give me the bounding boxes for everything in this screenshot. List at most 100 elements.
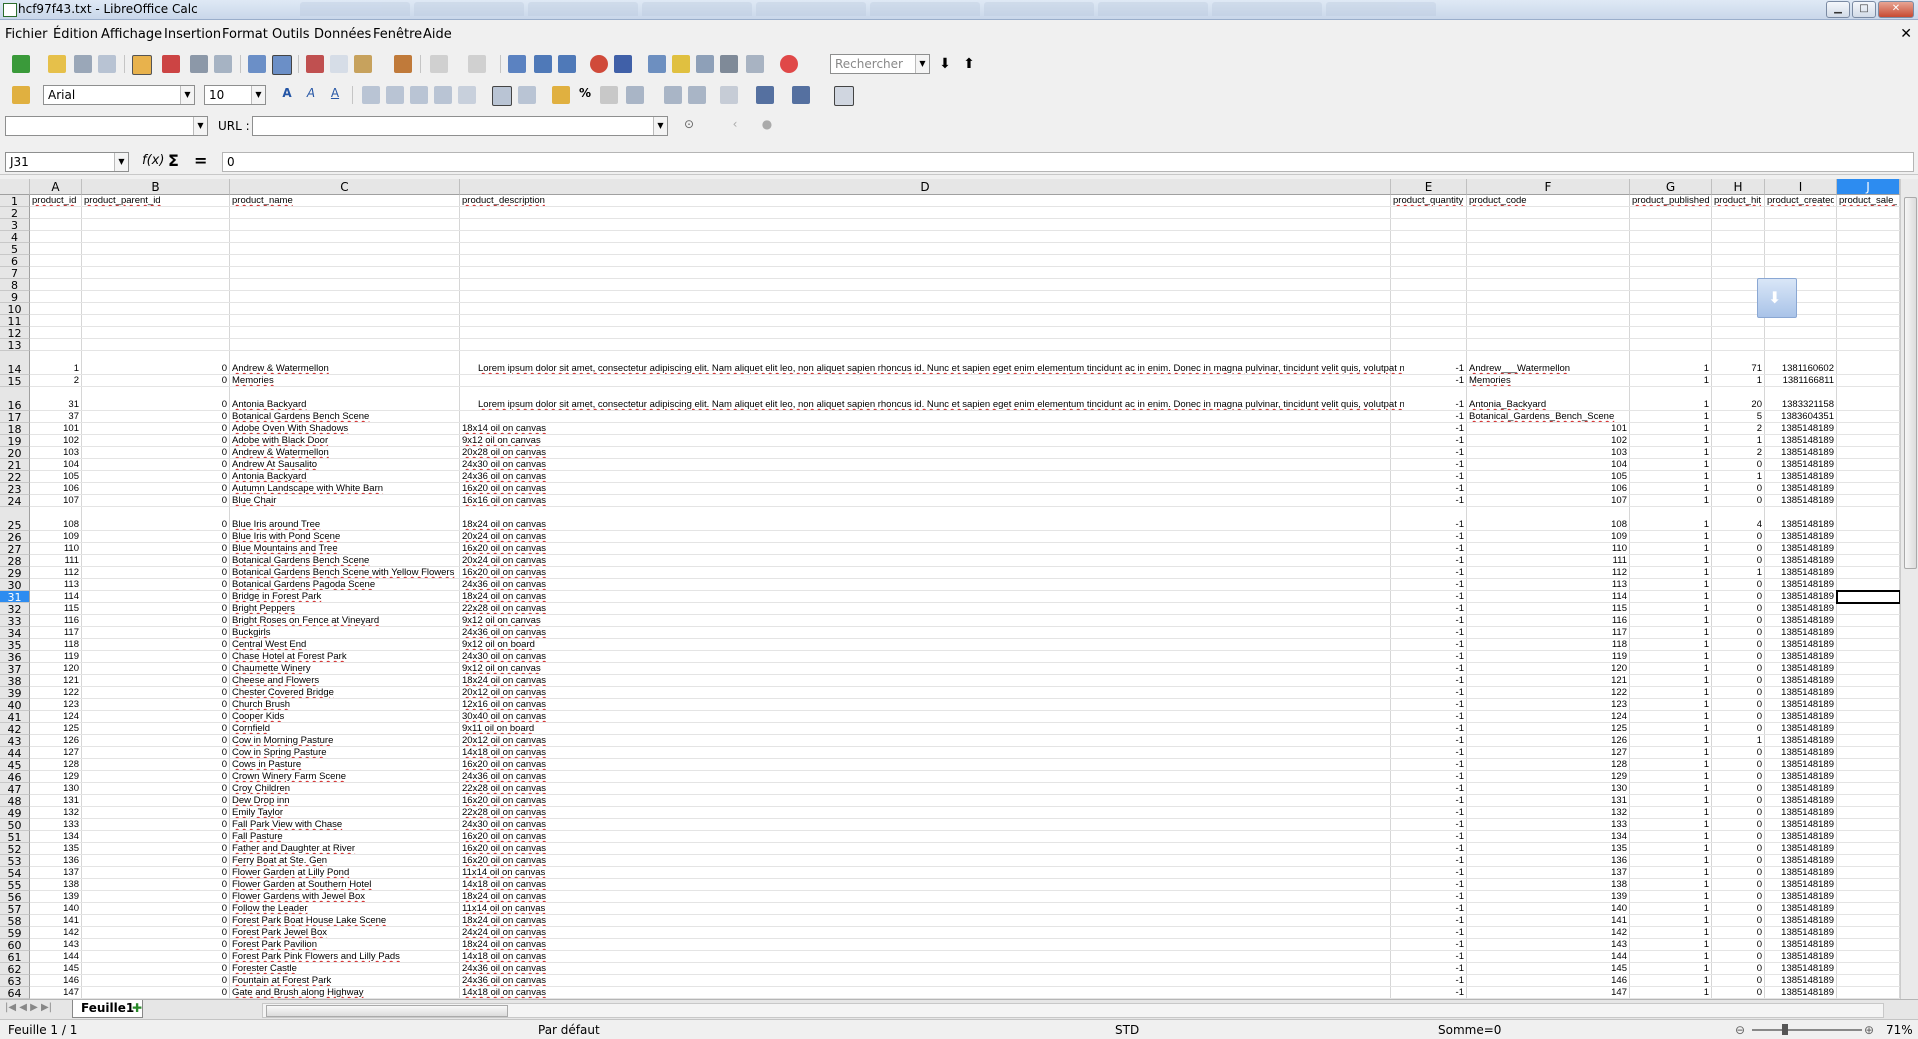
cell-i62[interactable]: 1385148189 (1767, 963, 1834, 974)
cell-h58[interactable]: 0 (1714, 915, 1762, 926)
cell-g60[interactable]: 1 (1632, 939, 1709, 950)
vertical-scroll-thumb[interactable] (1904, 197, 1917, 569)
cell-a59[interactable]: 142 (32, 927, 79, 938)
row-header-5[interactable]: 5 (0, 243, 30, 256)
cell-i25[interactable]: 1385148189 (1767, 519, 1834, 530)
cell-c18[interactable]: Adobe Oven With Shadows (232, 423, 457, 434)
cell-h62[interactable]: 0 (1714, 963, 1762, 974)
cell-c51[interactable]: Fall Pasture (232, 831, 457, 842)
cell-c53[interactable]: Ferry Boat at Ste. Gen (232, 855, 457, 866)
cell-b59[interactable]: 0 (84, 927, 227, 938)
cell-i39[interactable]: 1385148189 (1767, 687, 1834, 698)
cell-b33[interactable]: 0 (84, 615, 227, 626)
cell-d31[interactable]: 18x24 oil on canvas (462, 591, 1388, 602)
cell-f57[interactable]: 140 (1469, 903, 1627, 914)
cell-i52[interactable]: 1385148189 (1767, 843, 1834, 854)
cell-e43[interactable]: -1 (1393, 735, 1464, 746)
row-header-60[interactable]: 60 (0, 939, 30, 952)
cell-b15[interactable]: 0 (84, 375, 227, 386)
cell-b46[interactable]: 0 (84, 771, 227, 782)
cell-a54[interactable]: 137 (32, 867, 79, 878)
zoom-slider[interactable] (1752, 1029, 1862, 1031)
cell-e23[interactable]: -1 (1393, 483, 1464, 494)
cell-d34[interactable]: 24x36 oil on canvas (462, 627, 1388, 638)
cell-f20[interactable]: 103 (1469, 447, 1627, 458)
row-header-7[interactable]: 7 (0, 267, 30, 280)
cell-a61[interactable]: 144 (32, 951, 79, 962)
cell-c29[interactable]: Botanical Gardens Bench Scene with Yello… (232, 567, 457, 578)
cell-d48[interactable]: 16x20 oil on canvas (462, 795, 1388, 806)
cell-i26[interactable]: 1385148189 (1767, 531, 1834, 542)
cell-b58[interactable]: 0 (84, 915, 227, 926)
cell-c42[interactable]: Cornfield (232, 723, 457, 734)
cell-c43[interactable]: Cow in Morning Pasture (232, 735, 457, 746)
cell-i55[interactable]: 1385148189 (1767, 879, 1834, 890)
cell-a15[interactable]: 2 (32, 375, 79, 386)
spreadsheet-grid[interactable]: A B C D E F G H I J 1 2 3 4 5 6 7 8 9 10 11 12 13 14 15 16 17 18 19 2… (0, 179, 1900, 999)
cell-i23[interactable]: 1385148189 (1767, 483, 1834, 494)
cell-i15[interactable]: 1381166811 (1767, 375, 1834, 386)
cell-g16[interactable]: 1 (1632, 399, 1709, 410)
cell-f63[interactable]: 146 (1469, 975, 1627, 986)
row-header-24[interactable]: 24 (0, 495, 30, 508)
cell-e47[interactable]: -1 (1393, 783, 1464, 794)
spellcheck-icon[interactable] (248, 55, 266, 73)
email-icon[interactable] (98, 55, 116, 73)
cell-d55[interactable]: 14x18 oil on canvas (462, 879, 1388, 890)
underline-icon[interactable]: A (326, 86, 344, 104)
first-sheet-icon[interactable]: |◀ ◀ ▶ ▶| (5, 1002, 52, 1013)
cell-f18[interactable]: 101 (1469, 423, 1627, 434)
cell-f53[interactable]: 136 (1469, 855, 1627, 866)
chevron-down-icon[interactable]: ▼ (193, 117, 207, 135)
cell-i35[interactable]: 1385148189 (1767, 639, 1834, 650)
column-header-g[interactable]: G (1630, 179, 1712, 195)
font-name-select[interactable]: Arial ▼ (43, 85, 195, 105)
add-sheet-icon[interactable]: ✚ (132, 1001, 142, 1015)
header-cell-a[interactable]: product_id (32, 195, 79, 206)
cell-h19[interactable]: 1 (1714, 435, 1762, 446)
cell-g40[interactable]: 1 (1632, 699, 1709, 710)
cell-d58[interactable]: 18x24 oil on canvas (462, 915, 1388, 926)
cell-d54[interactable]: 11x14 oil on canvas (462, 867, 1388, 878)
sort-descending-icon[interactable] (558, 55, 576, 73)
cell-g23[interactable]: 1 (1632, 483, 1709, 494)
cell-e45[interactable]: -1 (1393, 759, 1464, 770)
cell-e46[interactable]: -1 (1393, 771, 1464, 782)
cell-g62[interactable]: 1 (1632, 963, 1709, 974)
cell-f47[interactable]: 130 (1469, 783, 1627, 794)
column-header-h[interactable]: H (1712, 179, 1765, 195)
cell-i30[interactable]: 1385148189 (1767, 579, 1834, 590)
row-header-54[interactable]: 54 (0, 867, 30, 880)
header-cell-j[interactable]: product_sale_s (1839, 195, 1897, 206)
cell-b30[interactable]: 0 (84, 579, 227, 590)
row-header-59[interactable]: 59 (0, 927, 30, 940)
new-document-icon[interactable] (12, 55, 30, 73)
row-header-37[interactable]: 37 (0, 663, 30, 676)
cell-e17[interactable]: -1 (1393, 411, 1464, 422)
cell-h51[interactable]: 0 (1714, 831, 1762, 842)
cell-i21[interactable]: 1385148189 (1767, 459, 1834, 470)
cell-a22[interactable]: 105 (32, 471, 79, 482)
cell-b38[interactable]: 0 (84, 675, 227, 686)
zoom-slider-thumb[interactable] (1782, 1024, 1788, 1035)
edit-mode-icon[interactable] (132, 55, 152, 75)
cell-b56[interactable]: 0 (84, 891, 227, 902)
cell-g59[interactable]: 1 (1632, 927, 1709, 938)
cell-h41[interactable]: 0 (1714, 711, 1762, 722)
cell-d25[interactable]: 18x24 oil on canvas (462, 519, 1388, 530)
cell-g30[interactable]: 1 (1632, 579, 1709, 590)
cell-i20[interactable]: 1385148189 (1767, 447, 1834, 458)
cell-b25[interactable]: 0 (84, 519, 227, 530)
cell-h17[interactable]: 5 (1714, 411, 1762, 422)
cell-f34[interactable]: 117 (1469, 627, 1627, 638)
cell-h44[interactable]: 0 (1714, 747, 1762, 758)
cell-f51[interactable]: 134 (1469, 831, 1627, 842)
cell-d44[interactable]: 14x18 oil on canvas (462, 747, 1388, 758)
cell-f60[interactable]: 143 (1469, 939, 1627, 950)
cell-h36[interactable]: 0 (1714, 651, 1762, 662)
row-header-26[interactable]: 26 (0, 531, 30, 544)
cell-e41[interactable]: -1 (1393, 711, 1464, 722)
cell-a43[interactable]: 126 (32, 735, 79, 746)
cell-b50[interactable]: 0 (84, 819, 227, 830)
cell-d50[interactable]: 24x30 oil on canvas (462, 819, 1388, 830)
